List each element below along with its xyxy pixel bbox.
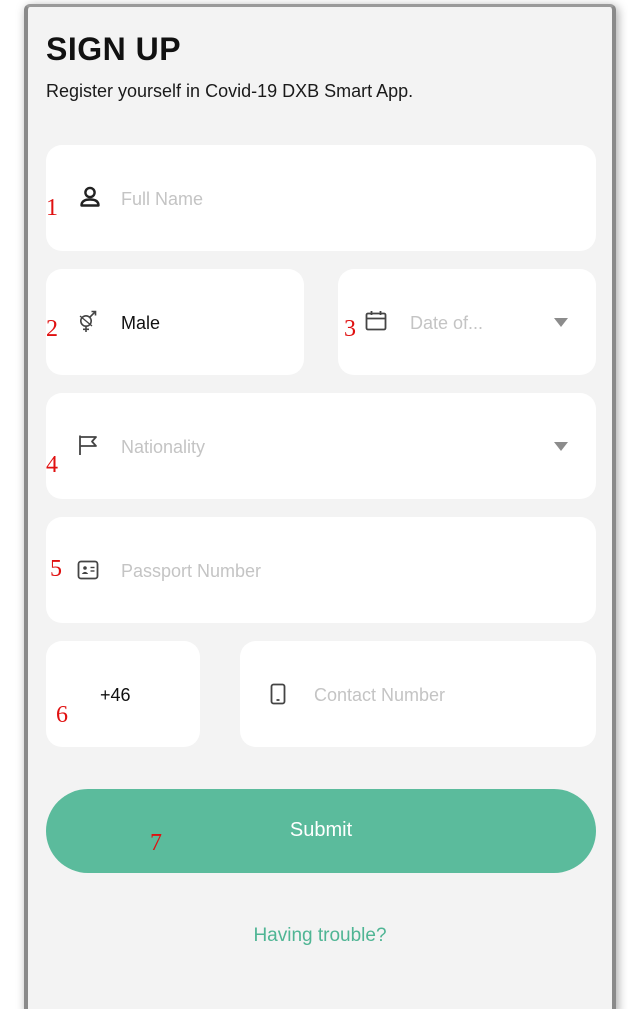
annotation-marker-6: 6	[56, 702, 68, 728]
gender-value: Male	[121, 313, 161, 333]
having-trouble-link[interactable]: Having trouble?	[28, 925, 612, 947]
passport-number-field[interactable]: Passport Number	[46, 517, 596, 623]
date-of-birth-placeholder: Date of...	[410, 313, 484, 333]
full-name-placeholder: Full Name	[121, 189, 204, 209]
annotation-marker-1: 1	[46, 195, 58, 221]
gender-icon	[79, 310, 97, 332]
screenshot-frame: SIGN UP Register yourself in Covid-19 DX…	[0, 0, 628, 1009]
annotation-marker-4: 4	[46, 452, 58, 478]
nationality-placeholder: Nationality	[121, 437, 206, 457]
submit-button[interactable]: Submit	[46, 789, 596, 873]
user-icon	[80, 186, 100, 207]
gender-select[interactable]: Male	[46, 269, 304, 375]
annotation-marker-7: 7	[150, 830, 162, 856]
annotation-marker-2: 2	[46, 316, 58, 342]
phone-screen: SIGN UP Register yourself in Covid-19 DX…	[24, 4, 616, 1009]
annotation-marker-3: 3	[344, 316, 356, 342]
passport-number-placeholder: Passport Number	[121, 561, 262, 581]
nationality-dropdown-icon	[554, 442, 568, 451]
date-of-birth-select[interactable]: Date of...	[338, 269, 596, 375]
contact-number-field[interactable]: Contact Number	[240, 641, 596, 747]
submit-button-label: Submit	[289, 819, 353, 841]
contact-number-placeholder: Contact Number	[314, 685, 446, 705]
page-subtitle: Register yourself in Covid-19 DXB Smart …	[46, 81, 414, 101]
id-card-icon	[77, 560, 99, 580]
mobile-phone-icon	[270, 683, 286, 705]
country-code-field[interactable]: +46	[46, 641, 200, 747]
annotation-marker-5: 5	[50, 556, 62, 582]
full-name-field[interactable]: Full Name	[46, 145, 596, 251]
flag-icon	[79, 435, 97, 455]
calendar-icon	[365, 311, 387, 331]
page-title: SIGN UP	[46, 31, 182, 67]
country-code-value: +46	[100, 685, 131, 705]
nationality-select[interactable]: Nationality	[46, 393, 596, 499]
date-of-birth-dropdown-icon	[554, 318, 568, 327]
